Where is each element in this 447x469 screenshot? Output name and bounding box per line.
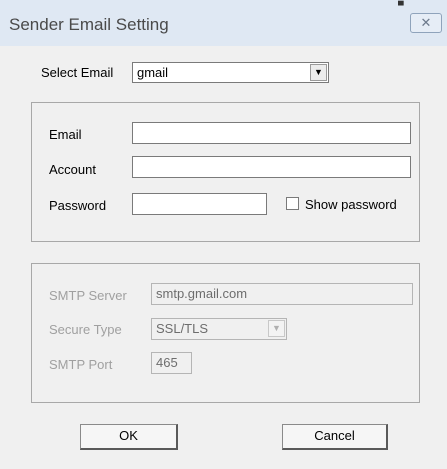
smtp-server-label: SMTP Server	[49, 288, 127, 303]
ok-button[interactable]: OK	[80, 424, 178, 450]
secure-type-dropdown[interactable]: SSL/TLS ▼	[151, 318, 287, 340]
smtp-server-field[interactable]: smtp.gmail.com	[151, 283, 413, 305]
show-password-checkbox[interactable]	[286, 197, 299, 210]
close-button[interactable]: ✕	[410, 13, 442, 33]
chevron-down-icon[interactable]: ▼	[268, 320, 285, 337]
close-icon: ✕	[420, 15, 432, 30]
title-bar: ▀ Sender Email Setting ✕	[0, 0, 447, 46]
account-field[interactable]	[132, 156, 411, 178]
password-label: Password	[49, 198, 107, 213]
email-label: Email	[49, 127, 82, 142]
window-title: Sender Email Setting	[9, 15, 169, 34]
chevron-down-icon[interactable]: ▼	[310, 64, 327, 81]
secure-type-value: SSL/TLS	[156, 321, 209, 336]
account-label: Account	[49, 162, 96, 177]
email-field[interactable]	[132, 122, 411, 144]
select-email-label: Select Email	[41, 65, 114, 80]
secure-type-label: Secure Type	[49, 322, 122, 337]
select-email-dropdown[interactable]: gmail ▼	[132, 62, 329, 83]
select-email-value: gmail	[137, 65, 169, 80]
password-field[interactable]	[132, 193, 267, 215]
smtp-port-field[interactable]: 465	[151, 352, 192, 374]
window-marker-icon: ▀	[398, 1, 404, 10]
show-password-label[interactable]: Show password	[305, 197, 397, 212]
smtp-port-label: SMTP Port	[49, 357, 113, 372]
cancel-button[interactable]: Cancel	[282, 424, 388, 450]
